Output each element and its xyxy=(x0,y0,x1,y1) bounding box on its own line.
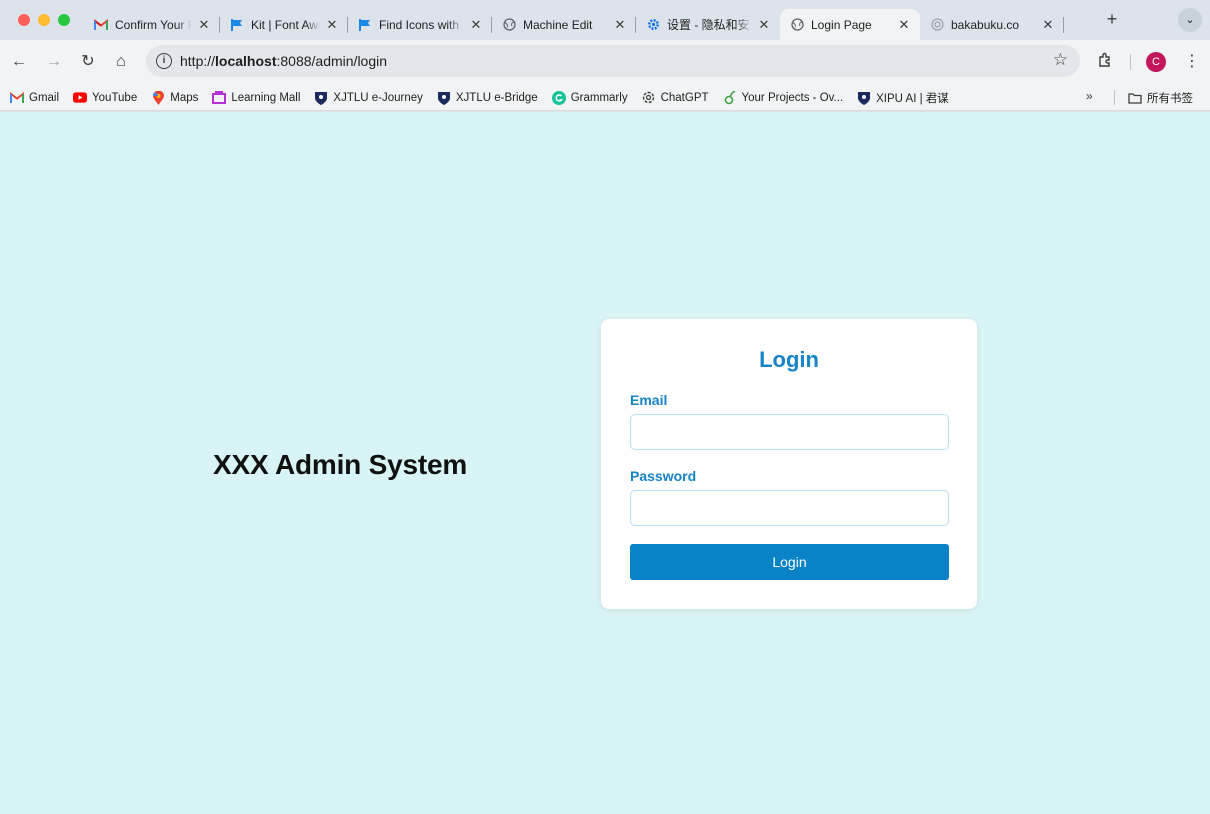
close-icon[interactable]: ✕ xyxy=(468,17,484,33)
bookmark-chatgpt[interactable]: ChatGPT xyxy=(642,91,709,105)
bookmark-star-icon[interactable]: ☆ xyxy=(1053,50,1068,70)
window-close-button[interactable] xyxy=(18,14,30,26)
close-icon[interactable]: ✕ xyxy=(756,17,772,33)
tab-machine-edit[interactable]: Machine Edit ✕ xyxy=(492,9,636,40)
learning-mall-icon xyxy=(212,91,227,105)
login-heading: Login xyxy=(759,347,819,372)
home-icon: ⌂ xyxy=(116,53,126,70)
back-button[interactable]: ← xyxy=(8,51,30,73)
profile-avatar[interactable]: C xyxy=(1146,52,1166,72)
bookmark-xjtlu-e-bridge[interactable]: XJTLU e-Bridge xyxy=(437,91,538,105)
bookmark-xipu-ai[interactable]: XIPU AI | 君谋 xyxy=(857,90,949,106)
url-text: http://localhost:8088/admin/login xyxy=(180,53,388,69)
password-label: Password xyxy=(630,468,697,484)
fontawesome-flag-icon xyxy=(358,18,372,32)
page-viewport: XXX Admin System Login Email Password Lo… xyxy=(0,112,1210,814)
info-icon[interactable]: i xyxy=(156,53,172,69)
xjtlu-shield-icon xyxy=(857,91,871,105)
gmail-icon xyxy=(10,91,24,105)
extensions-icon[interactable] xyxy=(1097,51,1114,68)
close-icon[interactable]: ✕ xyxy=(1040,17,1056,33)
close-icon[interactable]: ✕ xyxy=(196,17,212,33)
globe-icon xyxy=(790,18,804,32)
bookmark-grammarly[interactable]: Grammarly xyxy=(551,90,628,105)
bookmark-learning-mall[interactable]: Learning Mall xyxy=(212,91,300,105)
browser-toolbar: ← → ↻ ⌂ i http://localhost:8088/admin/lo… xyxy=(0,40,1210,84)
tab-title: Kit | Font Awes xyxy=(251,17,320,32)
email-label: Email xyxy=(630,392,668,408)
folder-icon xyxy=(1128,92,1142,104)
window-controls xyxy=(18,14,70,26)
tab-bakabuku[interactable]: bakabuku.co ✕ xyxy=(920,9,1064,40)
bookmark-overleaf-projects[interactable]: Your Projects - Ov... xyxy=(723,90,843,105)
tab-font-awesome-kit[interactable]: Kit | Font Awes ✕ xyxy=(220,9,348,40)
gmail-icon xyxy=(94,18,108,32)
maps-icon xyxy=(151,90,165,105)
all-bookmarks-button[interactable]: 所有书签 xyxy=(1128,90,1193,106)
new-tab-button[interactable]: + xyxy=(1100,9,1124,30)
tab-title: bakabuku.co xyxy=(951,17,1020,32)
home-button[interactable]: ⌂ xyxy=(110,51,132,73)
address-bar[interactable]: i http://localhost:8088/admin/login ☆ xyxy=(146,45,1080,77)
arrow-left-icon: ← xyxy=(11,53,27,70)
login-button[interactable]: Login xyxy=(630,544,949,580)
tab-settings-privacy[interactable]: 设置 - 隐私和安 ✕ xyxy=(636,9,780,40)
tab-title: Machine Edit xyxy=(523,17,593,32)
email-input[interactable] xyxy=(630,414,949,450)
bookmarks-bar: Gmail YouTube Maps Learning Mall XJTLU e… xyxy=(0,84,1210,111)
reload-button[interactable]: ↻ xyxy=(77,51,99,73)
grammarly-icon xyxy=(551,90,566,105)
password-input[interactable] xyxy=(630,490,949,526)
window-minimize-button[interactable] xyxy=(38,14,50,26)
overleaf-icon xyxy=(723,90,737,105)
bookmark-youtube[interactable]: YouTube xyxy=(73,91,137,105)
tab-search-button[interactable]: ⌄ xyxy=(1178,8,1202,32)
close-icon[interactable]: ✕ xyxy=(324,17,340,33)
window-maximize-button[interactable] xyxy=(58,14,70,26)
forward-button[interactable]: → xyxy=(43,51,65,73)
fontawesome-flag-icon xyxy=(230,18,244,32)
tab-title: 设置 - 隐私和安 xyxy=(667,18,750,32)
reload-icon: ↻ xyxy=(81,53,95,70)
chevron-down-icon: ⌄ xyxy=(1185,14,1195,26)
login-card: Login Email Password Login xyxy=(601,319,977,609)
arrow-right-icon: → xyxy=(46,53,62,70)
system-title: XXX Admin System xyxy=(213,449,468,480)
xjtlu-shield-icon xyxy=(437,91,451,105)
globe-icon xyxy=(502,18,516,32)
xjtlu-shield-icon xyxy=(314,91,328,105)
tab-find-icons[interactable]: Find Icons with ✕ xyxy=(348,9,492,40)
bookmark-xjtlu-e-journey[interactable]: XJTLU e-Journey xyxy=(314,91,423,105)
gear-icon xyxy=(646,18,660,32)
bookmarks-overflow-button[interactable]: » xyxy=(1086,89,1093,103)
chatgpt-icon xyxy=(642,91,656,105)
tab-title: Find Icons with xyxy=(379,17,460,32)
browser-window: Confirm Your F ✕ Kit | Font Awes ✕ Find … xyxy=(0,0,1210,814)
tab-login-page[interactable]: Login Page ✕ xyxy=(780,9,920,40)
bookmark-maps[interactable]: Maps xyxy=(151,90,198,105)
loading-icon xyxy=(930,18,944,32)
tab-title: Login Page xyxy=(811,17,872,32)
tab-strip: Confirm Your F ✕ Kit | Font Awes ✕ Find … xyxy=(0,0,1210,40)
more-menu-icon[interactable]: ⋮ xyxy=(1184,51,1200,71)
tab-title: Confirm Your F xyxy=(115,17,192,32)
bookmark-gmail[interactable]: Gmail xyxy=(10,91,59,105)
tab-confirm[interactable]: Confirm Your F ✕ xyxy=(84,9,220,40)
tab-list: Confirm Your F ✕ Kit | Font Awes ✕ Find … xyxy=(84,5,1064,40)
close-icon[interactable]: ✕ xyxy=(896,17,912,33)
youtube-icon xyxy=(73,91,88,105)
close-icon[interactable]: ✕ xyxy=(612,17,628,33)
